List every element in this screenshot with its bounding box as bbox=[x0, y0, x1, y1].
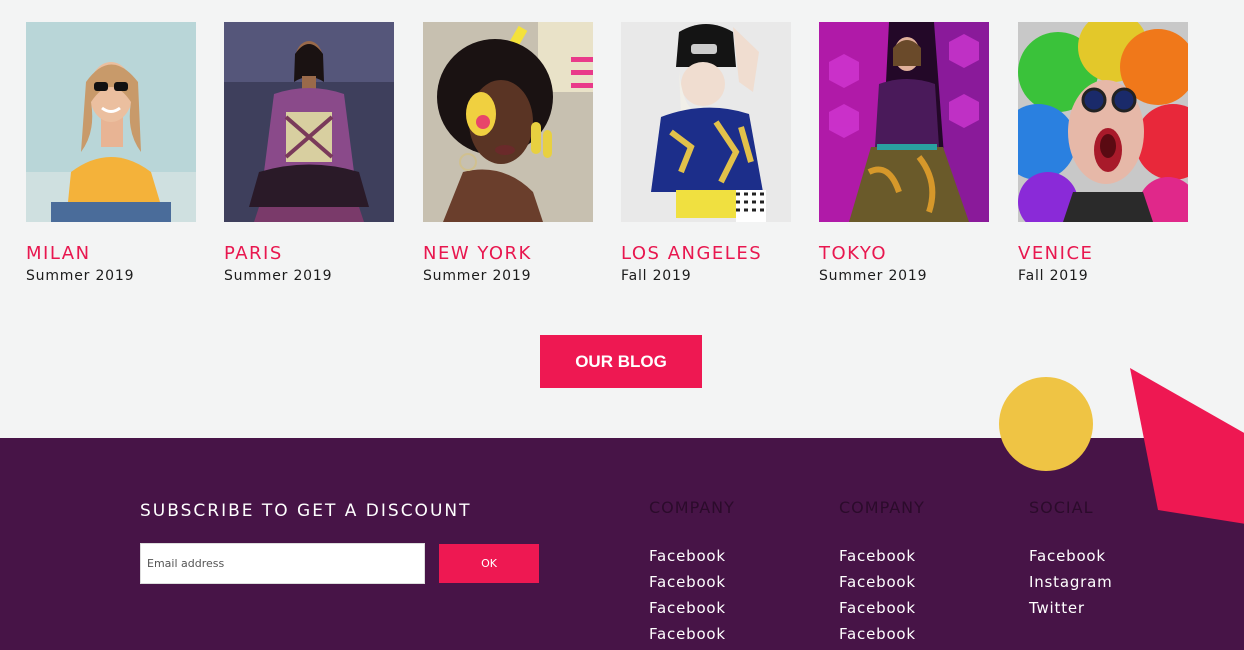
yellow-circle-decoration bbox=[999, 377, 1093, 471]
collection-season: Fall 2019 bbox=[1018, 268, 1089, 284]
collection-season: Fall 2019 bbox=[621, 268, 692, 284]
footer-column-title: COMPANY bbox=[649, 498, 735, 517]
collection-photo[interactable] bbox=[26, 22, 196, 222]
footer-column-title: COMPANY bbox=[839, 498, 925, 517]
footer-link[interactable]: Facebook bbox=[649, 547, 735, 565]
footer-column-company-2: COMPANY Facebook Facebook Facebook Faceb… bbox=[839, 498, 925, 650]
collection-card-los-angeles[interactable]: LOS ANGELES Fall 2019 bbox=[621, 22, 791, 285]
footer-link[interactable]: Facebook bbox=[839, 547, 925, 565]
collection-city[interactable]: NEW YORK bbox=[423, 244, 593, 264]
subscribe-ok-button[interactable]: OK bbox=[439, 544, 539, 583]
collection-photo[interactable] bbox=[621, 22, 791, 222]
footer-link-facebook[interactable]: Facebook bbox=[1029, 547, 1113, 565]
footer-column-company-1: COMPANY Facebook Facebook Facebook Faceb… bbox=[649, 498, 735, 650]
collection-photo[interactable] bbox=[423, 22, 593, 222]
footer-link[interactable]: Facebook bbox=[839, 599, 925, 617]
woman-sunglasses-photo bbox=[26, 22, 196, 222]
footer-link[interactable]: Facebook bbox=[649, 573, 735, 591]
footer-link[interactable]: Facebook bbox=[839, 573, 925, 591]
our-blog-button[interactable]: OUR BLOG bbox=[540, 335, 702, 388]
email-field[interactable] bbox=[140, 543, 425, 584]
footer-link-twitter[interactable]: Twitter bbox=[1029, 599, 1113, 617]
collection-photo[interactable] bbox=[819, 22, 989, 222]
collection-city[interactable]: VENICE bbox=[1018, 244, 1188, 264]
footer-column-social: SOCIAL Facebook Instagram Twitter bbox=[1029, 498, 1113, 625]
footer-link-instagram[interactable]: Instagram bbox=[1029, 573, 1113, 591]
collection-photo[interactable] bbox=[1018, 22, 1188, 222]
collection-season: Summer 2019 bbox=[224, 268, 333, 284]
collection-season: Summer 2019 bbox=[423, 268, 532, 284]
model-beanie-photo bbox=[621, 22, 791, 222]
woman-afro-photo bbox=[423, 22, 593, 222]
footer-column-title: SOCIAL bbox=[1029, 498, 1094, 517]
collection-card-new-york[interactable]: NEW YORK Summer 2019 bbox=[423, 22, 593, 285]
collection-card-paris[interactable]: PARIS Summer 2019 bbox=[224, 22, 394, 285]
collection-season: Summer 2019 bbox=[819, 268, 928, 284]
footer-link[interactable]: Facebook bbox=[649, 625, 735, 643]
subscribe-title: SUBSCRIBE TO GET A DISCOUNT bbox=[140, 501, 472, 521]
pink-triangle-decoration bbox=[1130, 368, 1244, 524]
collection-season: Summer 2019 bbox=[26, 268, 135, 284]
collection-photo[interactable] bbox=[224, 22, 394, 222]
collection-card-milan[interactable]: MILAN Summer 2019 bbox=[26, 22, 196, 285]
runway-model-photo bbox=[224, 22, 394, 222]
collection-city[interactable]: MILAN bbox=[26, 244, 196, 264]
rainbow-hair-photo bbox=[1018, 22, 1188, 222]
collection-city[interactable]: PARIS bbox=[224, 244, 394, 264]
collection-city[interactable]: LOS ANGELES bbox=[621, 244, 791, 264]
model-hexagon-stage-photo bbox=[819, 22, 989, 222]
collection-card-venice[interactable]: VENICE Fall 2019 bbox=[1018, 22, 1188, 285]
collection-card-tokyo[interactable]: TOKYO Summer 2019 bbox=[819, 22, 989, 285]
collection-city[interactable]: TOKYO bbox=[819, 244, 989, 264]
footer-link[interactable]: Facebook bbox=[839, 625, 925, 643]
footer-link[interactable]: Facebook bbox=[649, 599, 735, 617]
